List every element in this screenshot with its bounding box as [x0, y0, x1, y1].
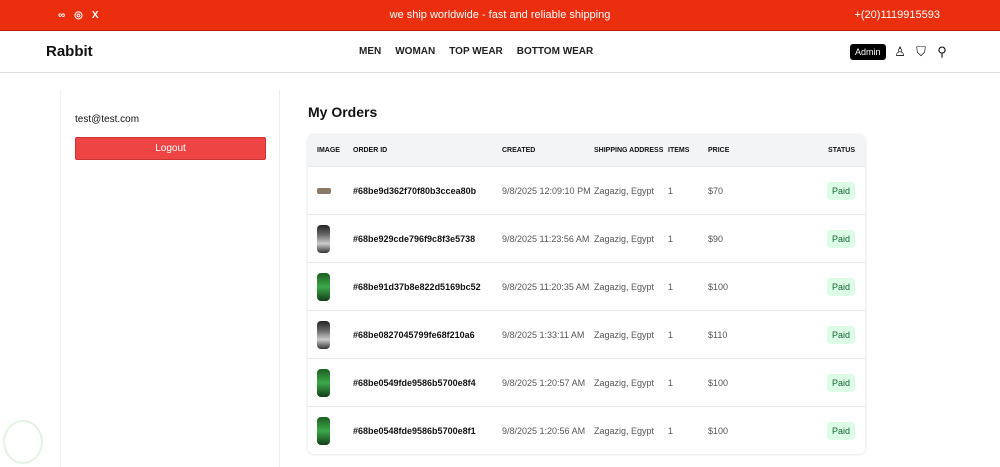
- order-price: $90: [708, 233, 724, 244]
- order-id[interactable]: #68be0827045799fe68f210a6: [353, 330, 502, 340]
- order-address: Zagazig, Egypt: [594, 329, 655, 340]
- user-icon[interactable]: ♙: [894, 44, 907, 60]
- status-badge: Paid: [826, 277, 855, 296]
- order-id[interactable]: #68be9d362f70f80b3ccea80b: [353, 186, 502, 196]
- product-thumbnail: [317, 416, 330, 445]
- product-thumbnail: [317, 320, 330, 349]
- order-items: 1: [668, 185, 674, 196]
- product-thumbnail: [317, 272, 330, 301]
- order-created: 9/8/2025 1:20:56 AM: [502, 425, 586, 436]
- watermark-logo: [3, 420, 43, 464]
- nav-top-wear[interactable]: TOP WEAR: [449, 46, 503, 57]
- account-sidebar: test@test.com Logout: [60, 90, 280, 467]
- order-items: 1: [668, 425, 674, 436]
- table-row[interactable]: #68be0549fde9586b5700e8f4 9/8/2025 1:20:…: [308, 358, 865, 406]
- shopping-bag-icon[interactable]: ⛉: [915, 44, 928, 60]
- order-address: Zagazig, Egypt: [594, 233, 655, 244]
- table-header: IMAGE ORDER ID CREATED SHIPPING ADDRESS …: [308, 135, 865, 166]
- order-items: 1: [668, 233, 674, 244]
- order-address: Zagazig, Egypt: [594, 281, 655, 292]
- header-status: STATUS: [828, 147, 855, 154]
- order-price: $100: [708, 377, 729, 388]
- header-items: ITEMS: [668, 147, 690, 154]
- page-title: My Orders: [308, 104, 378, 120]
- table-row[interactable]: #68be9d362f70f80b3ccea80b 9/8/2025 12:09…: [308, 166, 865, 214]
- product-thumbnail: [317, 187, 331, 194]
- order-id[interactable]: #68be0549fde9586b5700e8f4: [353, 378, 502, 388]
- product-thumbnail: [317, 224, 330, 253]
- product-thumbnail: [317, 368, 330, 397]
- search-icon[interactable]: ⚲: [936, 44, 949, 60]
- nav-bottom-wear[interactable]: BOTTOM WEAR: [517, 46, 593, 57]
- table-row[interactable]: #68be0827045799fe68f210a6 9/8/2025 1:33:…: [308, 310, 865, 358]
- header-price: PRICE: [708, 147, 730, 154]
- table-row[interactable]: #68be91d37b8e822d5169bc52 9/8/2025 11:20…: [308, 262, 865, 310]
- order-created: 9/8/2025 11:23:56 AM: [502, 233, 590, 244]
- status-badge: Paid: [826, 421, 855, 440]
- nav-men[interactable]: MEN: [359, 46, 381, 57]
- order-price: $110: [708, 329, 728, 340]
- nav-woman[interactable]: WOMAN: [395, 46, 435, 57]
- navbar: Rabbit MEN WOMAN TOP WEAR BOTTOM WEAR Ad…: [0, 31, 1000, 73]
- order-created: 9/8/2025 1:20:57 AM: [502, 377, 586, 388]
- user-email: test@test.com: [75, 114, 140, 125]
- shipping-message: we ship worldwide - fast and reliable sh…: [389, 9, 611, 21]
- status-badge: Paid: [826, 229, 855, 248]
- order-address: Zagazig, Egypt: [594, 377, 655, 388]
- order-created: 9/8/2025 11:20:35 AM: [502, 281, 590, 292]
- header-image: IMAGE: [317, 147, 340, 154]
- order-address: Zagazig, Egypt: [594, 185, 655, 196]
- table-row[interactable]: #68be929cde796f9c8f3e5738 9/8/2025 11:23…: [308, 214, 865, 262]
- admin-button[interactable]: Admin: [850, 43, 886, 60]
- order-price: $70: [708, 185, 724, 196]
- order-id[interactable]: #68be929cde796f9c8f3e5738: [353, 234, 502, 244]
- status-badge: Paid: [826, 181, 855, 200]
- order-address: Zagazig, Egypt: [594, 425, 655, 436]
- announcement-bar: ∞ ◎ X we ship worldwide - fast and relia…: [0, 0, 1000, 31]
- orders-table: IMAGE ORDER ID CREATED SHIPPING ADDRESS …: [308, 135, 865, 454]
- order-created: 9/8/2025 1:33:11 AM: [502, 329, 585, 340]
- status-badge: Paid: [826, 373, 855, 392]
- order-items: 1: [668, 281, 674, 292]
- table-row[interactable]: #68be0548fde9586b5700e8f1 9/8/2025 1:20:…: [308, 406, 865, 454]
- status-badge: Paid: [826, 325, 855, 344]
- header-created: CREATED: [502, 147, 536, 154]
- header-order-id: ORDER ID: [353, 147, 388, 154]
- logo[interactable]: Rabbit: [46, 43, 93, 60]
- logout-button[interactable]: Logout: [75, 137, 266, 160]
- order-created: 9/8/2025 12:09:10 PM: [502, 185, 591, 196]
- order-id[interactable]: #68be0548fde9586b5700e8f1: [353, 426, 502, 436]
- order-id[interactable]: #68be91d37b8e822d5169bc52: [353, 282, 502, 292]
- phone-number[interactable]: +(20)1119915593: [854, 9, 940, 21]
- order-price: $100: [708, 425, 729, 436]
- order-items: 1: [668, 377, 674, 388]
- order-price: $100: [708, 281, 729, 292]
- order-items: 1: [668, 329, 674, 340]
- header-address: SHIPPING ADDRESS: [594, 147, 664, 154]
